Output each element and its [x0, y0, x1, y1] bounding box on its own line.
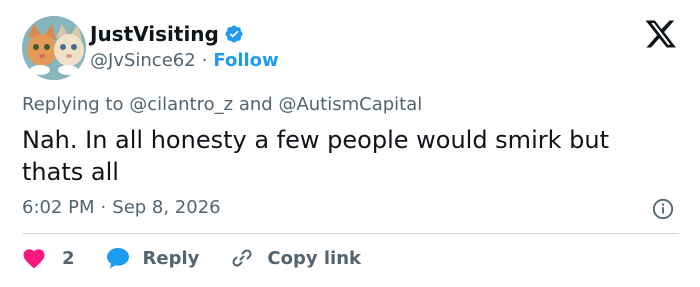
tweet-time[interactable]: 6:02 PM — [22, 197, 95, 218]
copy-link-label: Copy link — [267, 247, 361, 269]
divider — [22, 233, 679, 234]
tweet-text: Nah. In all honesty a few people would s… — [22, 126, 609, 186]
reply-label: Reply — [142, 247, 200, 269]
timestamp-row: 6:02 PM · Sep 8, 2026 — [22, 197, 221, 218]
separator-dot: · — [100, 197, 107, 218]
replying-to-prefix: Replying to — [22, 94, 124, 115]
separator-dot: · — [201, 50, 208, 71]
heart-icon — [23, 249, 45, 269]
tweet-card: JustVisiting @JvSince62 · Follow Replyin… — [0, 0, 700, 287]
action-bar: 2 Reply Copy link — [22, 246, 391, 270]
follow-button[interactable]: Follow — [213, 50, 278, 71]
mention-link[interactable]: @cilantro_z — [129, 94, 233, 115]
reply-button[interactable]: Reply — [105, 246, 200, 270]
x-logo-icon[interactable] — [646, 20, 676, 48]
display-name[interactable]: JustVisiting — [90, 22, 219, 46]
like-button[interactable]: 2 — [22, 247, 75, 269]
user-handle[interactable]: @JvSince62 — [90, 50, 196, 71]
like-count: 2 — [62, 247, 75, 269]
mention-link[interactable]: @AutismCapital — [278, 94, 422, 115]
tweet-date[interactable]: Sep 8, 2026 — [112, 197, 220, 218]
link-icon — [232, 249, 252, 267]
author-name-row: JustVisiting — [90, 22, 244, 46]
handle-row: @JvSince62 · Follow — [90, 50, 279, 71]
conjunction: and — [238, 94, 273, 115]
info-icon[interactable] — [652, 198, 674, 220]
avatar-image — [22, 16, 86, 80]
verified-badge-icon — [225, 25, 243, 43]
replying-to-line: Replying to @cilantro_z and @AutismCapit… — [22, 94, 422, 115]
copy-link-button[interactable]: Copy link — [229, 246, 361, 270]
avatar[interactable] — [22, 16, 86, 80]
speech-bubble-icon — [106, 248, 129, 269]
